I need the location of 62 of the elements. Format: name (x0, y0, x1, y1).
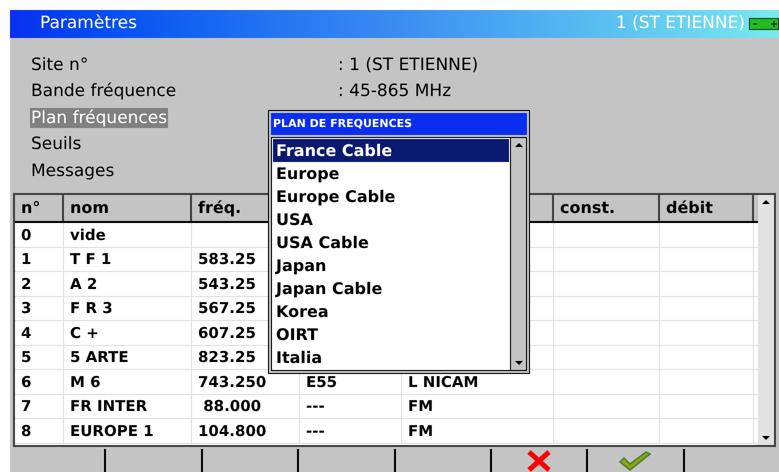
close-icon (526, 450, 552, 472)
table-cell-text: 104.800 (198, 420, 266, 442)
table-cell-text: M 6 (70, 372, 101, 392)
list-item[interactable]: Japan (273, 254, 509, 277)
column-header: const. (560, 197, 616, 219)
table-cell-text: T F 1 (70, 249, 112, 270)
settings-menu-item[interactable]: Messages (30, 160, 116, 180)
table-cell-text: 583.25 (198, 249, 256, 270)
scrollbar[interactable] (758, 195, 774, 445)
table-cell-text: C + (70, 322, 99, 344)
list-item[interactable]: USA Cable (273, 231, 509, 254)
table-cell-text: 6 (21, 372, 32, 392)
list-item[interactable]: USA (273, 208, 509, 231)
list-item[interactable]: Korea (273, 300, 509, 323)
list-item[interactable]: Europe Cable (273, 185, 509, 208)
column-header: fréq. (198, 197, 242, 219)
column-header: n° (21, 197, 40, 219)
table-cell-text: 607.25 (198, 322, 256, 344)
table-cell-text: EUROPE 1 (70, 420, 154, 442)
table-cell-text: FM (408, 420, 434, 442)
popup-title: PLAN DE FREQUENCES (271, 113, 527, 135)
table-cell-text: 743.250 (198, 372, 266, 392)
table-cell-text: 1 (21, 249, 32, 270)
table-cell-text: 2 (21, 274, 32, 294)
list-item[interactable]: Italia (273, 346, 509, 369)
table-cell-text: 5 (21, 347, 32, 368)
list-item[interactable]: Europe (273, 162, 509, 185)
setting-value: : 45-865 MHz (338, 80, 452, 103)
settings-menu-item[interactable]: Seuils (30, 134, 82, 154)
table-cell-text: 5 ARTE (70, 347, 129, 368)
list-item[interactable]: Japan Cable (273, 277, 509, 300)
table-cell-text: --- (306, 396, 325, 417)
table-cell-text: 543.25 (198, 274, 256, 294)
table-cell-text: FR INTER (70, 396, 148, 417)
table-cell-text: 7 (21, 396, 32, 417)
table-cell-text: 3 (21, 298, 32, 319)
column-header: débit (666, 197, 713, 219)
table-cell-text: 8 (21, 420, 32, 442)
scrollbar[interactable] (510, 138, 526, 370)
setting-value: : 1 (ST ETIENNE) (338, 54, 478, 76)
table-cell-text: A 2 (70, 274, 98, 294)
table-cell-text: L NICAM (408, 372, 478, 392)
table-cell-text: FM (408, 396, 434, 417)
table-cell-text: E55 (306, 372, 338, 392)
table-cell-text: 88.000 (202, 396, 262, 417)
settings-menu-item[interactable]: Plan fréquences (30, 108, 168, 128)
table-cell-text: vide (70, 224, 106, 246)
list-item[interactable]: France Cable (273, 139, 509, 162)
table-cell-text: 0 (21, 224, 32, 246)
settings-menu-item[interactable]: Site n° (30, 54, 90, 74)
site-label: 1 (ST ETIENNE) (616, 12, 745, 36)
table-cell-text: --- (306, 420, 325, 442)
checkmark-icon (618, 450, 652, 472)
battery-icon (749, 18, 779, 30)
list-item[interactable]: OIRT (273, 323, 509, 346)
settings-menu-item[interactable]: Bande fréquence (30, 81, 178, 101)
table-cell-text: 823.25 (198, 347, 256, 368)
table-cell-text: 4 (21, 322, 32, 344)
window-title: Paramètres (40, 12, 137, 36)
column-header: nom (70, 197, 110, 219)
table-cell-text: 567.25 (198, 298, 256, 319)
table-cell-text: F R 3 (70, 298, 113, 319)
